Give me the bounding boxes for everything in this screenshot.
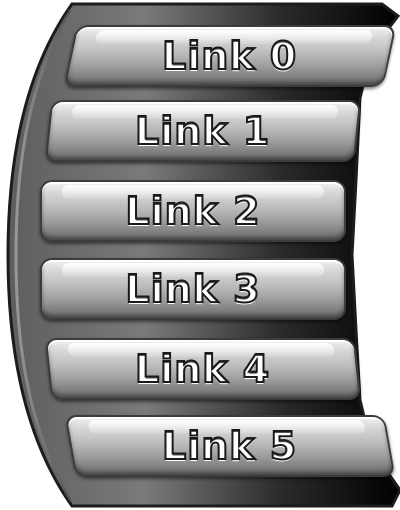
menu-link-2-label: Link 2 bbox=[124, 188, 261, 234]
menu-link-4-label: Link 4 bbox=[134, 346, 271, 392]
menu-link-0-label: Link 0 bbox=[161, 33, 298, 79]
menu-link-4[interactable]: Link 4 bbox=[44, 338, 362, 400]
link-menu: Link 0 Link 1 Link 2 Link 3 Link 4 Link … bbox=[0, 0, 400, 510]
menu-link-0[interactable]: Link 0 bbox=[63, 25, 397, 87]
menu-link-2[interactable]: Link 2 bbox=[40, 180, 346, 242]
menu-link-5-label: Link 5 bbox=[161, 423, 298, 469]
menu-link-3-label: Link 3 bbox=[124, 266, 261, 312]
menu-link-1-label: Link 1 bbox=[134, 108, 271, 154]
menu-link-3[interactable]: Link 3 bbox=[40, 258, 346, 320]
menu-link-1[interactable]: Link 1 bbox=[44, 100, 362, 162]
menu-link-5[interactable]: Link 5 bbox=[64, 415, 396, 477]
